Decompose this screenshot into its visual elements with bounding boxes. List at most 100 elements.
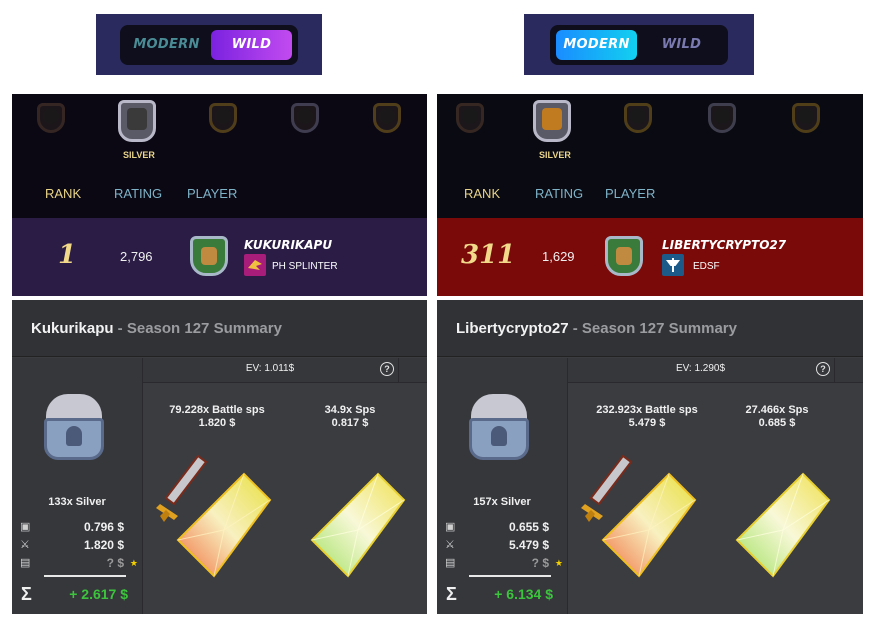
league-name: SILVER (539, 150, 571, 160)
sps-crystal-icon (310, 472, 406, 578)
battle-sps-amount: 232.923x Battle sps (596, 404, 698, 416)
leaderboard-row[interactable]: 311 1,629 LIBERTYCRYPTO27 EDSF (437, 218, 863, 296)
card-icon: ▤ (445, 557, 456, 569)
guild-icon (662, 254, 684, 276)
player-header: PLAYER (187, 186, 238, 201)
battle-sps-crystal-icon (176, 472, 272, 578)
sps-amount: 34.9x Sps (324, 404, 376, 416)
format-toggle: MODERN WILD (550, 24, 728, 65)
leaderboard-panel-left: SILVER RANK RATING PLAYER 1 2,796 KUKURI… (12, 94, 427, 296)
battle-sps-amount: 79.228x Battle sps (169, 404, 265, 416)
player-name: Libertycrypto27 (456, 320, 569, 337)
battle-value: 1.820 $ (83, 538, 124, 552)
total-value: + 6.134 $ (494, 586, 553, 602)
league-badge-icon[interactable] (451, 98, 489, 138)
league-badge-icon[interactable] (703, 98, 741, 138)
battle-value-line: ⚔ 5.479 $ (437, 536, 567, 554)
ev-value: EV: 1.011$ (245, 363, 295, 374)
league-badge-icon[interactable] (32, 98, 70, 138)
guild-icon (244, 254, 266, 276)
league-name: SILVER (123, 150, 155, 160)
card-value: ? $ (531, 556, 549, 570)
chest-column: 157x Silver ▣ 0.655 $ ⚔ 5.479 $ ▤ ? $ ★ … (437, 358, 568, 614)
divider (398, 358, 399, 382)
chest-column: 133x Silver ▣ 0.796 $ ⚔ 1.820 $ ▤ ? $ ★ … (12, 358, 143, 614)
star-icon: ★ (554, 558, 563, 568)
card-value: ? $ (106, 556, 124, 570)
sigma-icon: Σ (21, 584, 32, 604)
sps-value: 0.685 $ (758, 417, 796, 429)
rank-value: 311 (461, 240, 516, 270)
rating-header: RATING (114, 186, 163, 201)
ev-bar: EV: 1.011$ ? (143, 358, 427, 383)
season-summary-left: Kukurikapu - Season 127 Summary 133x Sil… (12, 300, 427, 614)
chest-value-line: ▣ 0.796 $ (12, 518, 142, 536)
league-badges (12, 94, 427, 164)
leaderboard-row[interactable]: 1 2,796 KUKURIKAPU PH SPLINTER (12, 218, 427, 296)
chest-count: 157x Silver (473, 496, 531, 508)
modern-button[interactable]: MODERN (556, 29, 637, 60)
rating-value: 1,629 (542, 249, 575, 264)
chest-icon (465, 394, 533, 462)
rating-value: 2,796 (120, 249, 153, 264)
star-icon: ★ (129, 558, 138, 568)
player-name[interactable]: KUKURIKAPU (244, 238, 332, 252)
card-icon: ▤ (20, 557, 31, 569)
card-value-line: ▤ ? $ ★ (12, 554, 142, 572)
battle-sps-value: 1.820 $ (198, 417, 236, 429)
divider (834, 358, 835, 382)
total-value: + 2.617 $ (69, 586, 128, 602)
help-icon[interactable]: ? (816, 362, 830, 376)
summary-subtitle: - Season 127 Summary (113, 320, 282, 337)
battle-value-line: ⚔ 1.820 $ (12, 536, 142, 554)
card-value-line: ▤ ? $ ★ (437, 554, 567, 572)
player-header: PLAYER (605, 186, 656, 201)
league-badge-icon[interactable] (619, 98, 657, 138)
total-divider (44, 575, 126, 577)
league-badge-icon[interactable] (787, 98, 825, 138)
player-avatar[interactable] (190, 236, 228, 276)
chest-small-icon: ▣ (445, 521, 456, 533)
total-divider (469, 575, 551, 577)
sps-amount: 27.466x Sps (745, 404, 809, 416)
wild-button[interactable]: WILD (641, 30, 722, 60)
wild-button[interactable]: WILD (211, 29, 292, 60)
format-toggle: MODERN WILD (120, 24, 298, 65)
format-toggle-right: MODERN WILD (524, 14, 754, 75)
sigma-icon: Σ (446, 584, 457, 604)
silver-league-icon[interactable] (114, 96, 160, 146)
chest-value: 0.655 $ (508, 520, 549, 534)
league-badge-icon[interactable] (204, 98, 242, 138)
league-badges (437, 94, 863, 164)
player-name[interactable]: LIBERTYCRYPTO27 (662, 238, 786, 252)
chest-small-icon: ▣ (20, 521, 31, 533)
battle-sps-reward: 79.228x Battle sps 1.820 $ (162, 404, 272, 430)
silver-league-icon[interactable] (529, 96, 575, 146)
modern-button[interactable]: MODERN (126, 30, 207, 60)
battle-sps-reward: 232.923x Battle sps 5.479 $ (585, 404, 709, 430)
help-icon[interactable]: ? (380, 362, 394, 376)
chest-icon (40, 394, 108, 462)
league-badge-icon[interactable] (368, 98, 406, 138)
battle-value: 5.479 $ (508, 538, 549, 552)
rating-header: RATING (535, 186, 584, 201)
rank-header: RANK (464, 186, 501, 201)
vs-icon: ⚔ (20, 539, 30, 551)
leaderboard-panel-right: SILVER RANK RATING PLAYER 311 1,629 LIBE… (437, 94, 863, 296)
sps-value: 0.817 $ (331, 417, 369, 429)
player-avatar[interactable] (605, 236, 643, 276)
guild-name[interactable]: EDSF (693, 261, 720, 272)
chest-value-line: ▣ 0.655 $ (437, 518, 567, 536)
league-badge-icon[interactable] (286, 98, 324, 138)
chest-value: 0.796 $ (83, 520, 124, 534)
sps-reward: 34.9x Sps 0.817 $ (302, 404, 398, 430)
summary-header: Libertycrypto27 - Season 127 Summary (437, 300, 863, 357)
player-name: Kukurikapu (31, 320, 114, 337)
guild-name[interactable]: PH SPLINTER (272, 261, 338, 272)
ev-bar: EV: 1.290$ ? (568, 358, 863, 383)
chest-count: 133x Silver (48, 496, 106, 508)
summary-subtitle: - Season 127 Summary (568, 320, 737, 337)
sps-reward: 27.466x Sps 0.685 $ (729, 404, 825, 430)
summary-title: Kukurikapu - Season 127 Summary (31, 320, 282, 337)
rank-value: 1 (58, 240, 77, 270)
